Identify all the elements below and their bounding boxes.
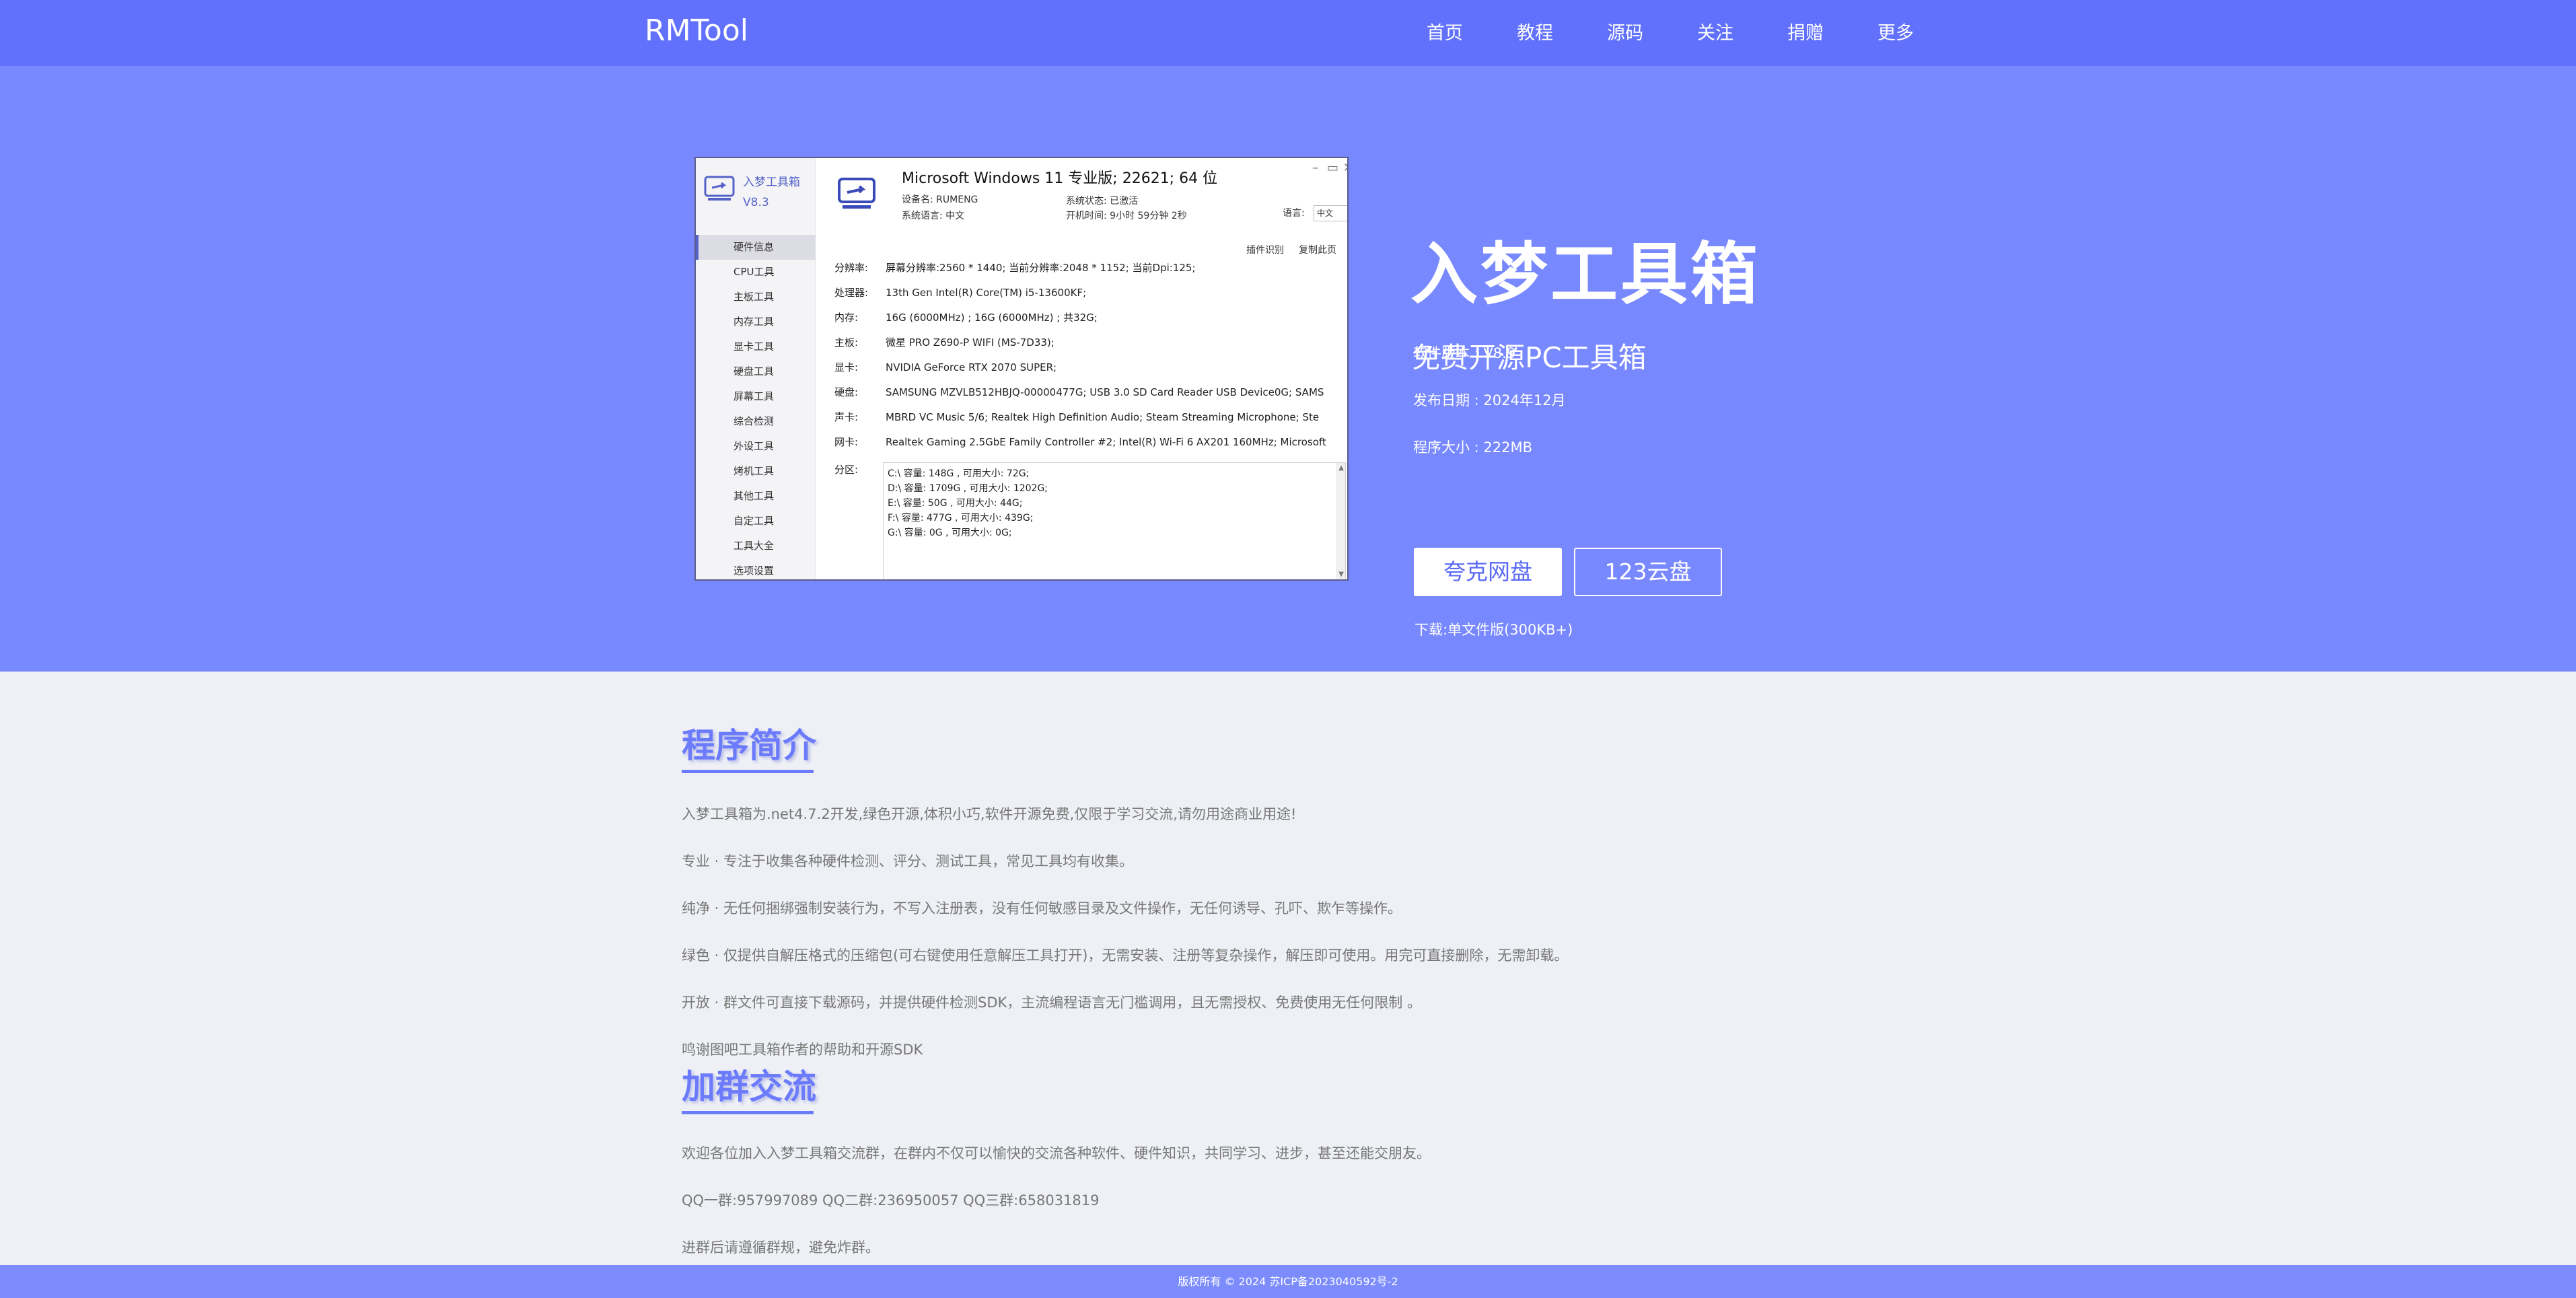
- intro-paragraph: 纯净 · 无任何捆绑强制安装行为，不写入注册表，没有任何敏感目录及文件操作，无任…: [682, 900, 1402, 916]
- os-title: Microsoft Windows 11 专业版; 22621; 64 位: [902, 170, 1218, 187]
- app-sidebar: 入梦工具箱 V8.3 硬件信息 CPU工具 主板工具 内存工具 显卡工具 硬盘工…: [696, 158, 816, 579]
- intro-paragraph: 入梦工具箱为.net4.7.2开发,绿色开源,体积小巧,软件开源免费,仅限于学习…: [682, 806, 1297, 822]
- footer: 版权所有 © 2024 苏ICP备2023040592号-2: [0, 1265, 2576, 1298]
- single-file-download-link[interactable]: 下载:单文件版(300KB+): [1415, 620, 1573, 640]
- side-item-screen[interactable]: 屏幕工具: [696, 384, 816, 409]
- partition-item: D:\ 容量: 1709G , 可用大小: 1202G;: [888, 483, 1048, 494]
- side-item-memory[interactable]: 内存工具: [696, 310, 816, 334]
- intro-title-underline: [682, 770, 814, 773]
- spec-row: 主板: 微星 PRO Z690-P WIFI (MS-7D33);: [834, 336, 1054, 349]
- uptime: 开机时间: 9小时 59分钟 2秒: [1066, 211, 1187, 221]
- nav-more[interactable]: 更多: [1851, 19, 1941, 48]
- plugin-detect-link[interactable]: 插件识别: [1246, 243, 1284, 256]
- spec-row: 内存: 16G (6000MHz) ; 16G (6000MHz) ; 共32G;: [834, 312, 1098, 324]
- partition-item: F:\ 容量: 477G , 可用大小: 439G;: [888, 513, 1034, 524]
- spec-row: 声卡: MBRD VC Music 5/6; Realtek High Defin…: [834, 411, 1320, 423]
- spec-row: 硬盘: SAMSUNG MZVLB512HBJQ-00000477G; USB 3…: [834, 386, 1324, 398]
- nav-home[interactable]: 首页: [1400, 19, 1490, 48]
- group-paragraph: 欢迎各位加入入梦工具箱交流群，在群内不仅可以愉快的交流各种软件、硬件知识，共同学…: [682, 1145, 1431, 1161]
- side-item-other[interactable]: 其他工具: [696, 484, 816, 509]
- partition-item: E:\ 容量: 50G , 可用大小: 44G;: [888, 498, 1023, 509]
- hero-section: 入梦工具箱 V8.3 硬件信息 CPU工具 主板工具 内存工具 显卡工具 硬盘工…: [0, 66, 2576, 672]
- copy-page-link[interactable]: 复制此页: [1299, 243, 1336, 256]
- partition-item: C:\ 容量: 148G , 可用大小: 72G;: [888, 468, 1030, 479]
- app-name: 入梦工具箱: [743, 176, 800, 189]
- partition-list[interactable]: C:\ 容量: 148G , 可用大小: 72G; D:\ 容量: 1709G …: [883, 462, 1346, 579]
- intro-title: 程序简介: [682, 726, 816, 765]
- main-nav: 首页 教程 源码 关注 捐赠 更多: [1400, 19, 1941, 48]
- system-language: 系统语言: 中文: [902, 211, 965, 221]
- side-item-hardware-info[interactable]: 硬件信息: [696, 235, 816, 260]
- language-label: 语言:: [1283, 208, 1305, 219]
- brand-logo[interactable]: RMTool: [645, 11, 748, 51]
- language-select[interactable]: 中文: [1314, 205, 1347, 221]
- nav-follow[interactable]: 关注: [1670, 19, 1760, 48]
- nav-donate[interactable]: 捐赠: [1760, 19, 1851, 48]
- app-main-panel: Microsoft Windows 11 专业版; 22621; 64 位 设备…: [816, 158, 1347, 579]
- group-title-underline: [682, 1111, 814, 1114]
- intro-paragraph: 绿色 · 仅提供自解压格式的压缩包(可右键使用任意解压工具打开)，无需安装、注册…: [682, 947, 1569, 964]
- footer-copyright[interactable]: 版权所有 © 2024 苏ICP备2023040592号-2: [1178, 1275, 1398, 1288]
- scroll-down-icon[interactable]: ▼: [1338, 571, 1344, 578]
- side-item-peripheral[interactable]: 外设工具: [696, 434, 816, 459]
- spec-row: 网卡: Realtek Gaming 2.5GbE Family Controll…: [834, 436, 1326, 448]
- program-size: 程序大小 : 222MB: [1413, 439, 1533, 456]
- partition-scrollbar[interactable]: ▲ ▼: [1336, 463, 1345, 579]
- spec-row: 显卡: NVIDIA GeForce RTX 2070 SUPER;: [834, 361, 1057, 373]
- quark-download-button[interactable]: 夸克网盘: [1414, 548, 1562, 596]
- nav-tutorial[interactable]: 教程: [1490, 19, 1580, 48]
- intro-paragraph: 鸣谢图吧工具箱作者的帮助和开源SDK: [682, 1042, 923, 1058]
- activation-status: 系统状态: 已激活: [1066, 196, 1139, 207]
- top-navbar: RMTool 首页 教程 源码 关注 捐赠 更多: [0, 0, 2576, 66]
- release-date: 发布日期 : 2024年12月: [1413, 392, 1566, 408]
- spec-row: 处理器: 13th Gen Intel(R) Core(TM) i5-13600K…: [834, 287, 1087, 299]
- side-item-stress[interactable]: 烤机工具: [696, 459, 816, 484]
- scroll-up-icon[interactable]: ▲: [1338, 464, 1344, 472]
- group-paragraph: 进群后请遵循群规，避免炸群。: [682, 1239, 880, 1256]
- toolbox-logo-icon: [704, 176, 735, 201]
- nav-source[interactable]: 源码: [1580, 19, 1670, 48]
- spec-row: 分辨率: 屏幕分辨率:2560 * 1440; 当前分辨率:2048 * 1152…: [834, 262, 1196, 274]
- side-item-overall[interactable]: 综合检测: [696, 409, 816, 434]
- app-side-menu: 硬件信息 CPU工具 主板工具 内存工具 显卡工具 硬盘工具 屏幕工具 综合检测…: [696, 235, 816, 579]
- hero-title: 入梦工具箱: [1410, 235, 1760, 314]
- intro-paragraph: 开放 · 群文件可直接下载源码，并提供硬件检测SDK，主流编程语言无门槛调用，且…: [682, 995, 1421, 1011]
- app-version: V8.3: [743, 196, 769, 209]
- side-item-all-tools[interactable]: 工具大全: [696, 534, 816, 558]
- app-screenshot: 入梦工具箱 V8.3 硬件信息 CPU工具 主板工具 内存工具 显卡工具 硬盘工…: [694, 157, 1349, 581]
- software-version: 软件版本 : V8.9: [1413, 345, 1516, 361]
- qq-groups: QQ一群:957997089 QQ二群:236950057 QQ三群:65803…: [682, 1192, 1100, 1209]
- device-name: 设备名: RUMENG: [902, 194, 978, 205]
- partition-item: G:\ 容量: 0G , 可用大小: 0G;: [888, 528, 1012, 538]
- group-title: 加群交流: [682, 1067, 816, 1106]
- monitor-icon: [838, 178, 875, 209]
- minimize-icon[interactable]: –: [1312, 161, 1318, 176]
- side-item-disk[interactable]: 硬盘工具: [696, 359, 816, 384]
- intro-paragraph: 专业 · 专注于收集各种硬件检测、评分、测试工具，常见工具均有收集。: [682, 853, 1134, 869]
- side-item-gpu[interactable]: 显卡工具: [696, 334, 816, 359]
- 123pan-download-button[interactable]: 123云盘: [1574, 548, 1722, 596]
- side-item-mainboard[interactable]: 主板工具: [696, 285, 816, 310]
- side-item-cpu[interactable]: CPU工具: [696, 260, 816, 285]
- partition-label: 分区:: [834, 464, 859, 476]
- side-item-settings[interactable]: 选项设置: [696, 558, 816, 579]
- close-icon[interactable]: ✕: [1343, 161, 1347, 176]
- maximize-icon[interactable]: ▭: [1327, 161, 1338, 176]
- side-item-custom[interactable]: 自定工具: [696, 509, 816, 534]
